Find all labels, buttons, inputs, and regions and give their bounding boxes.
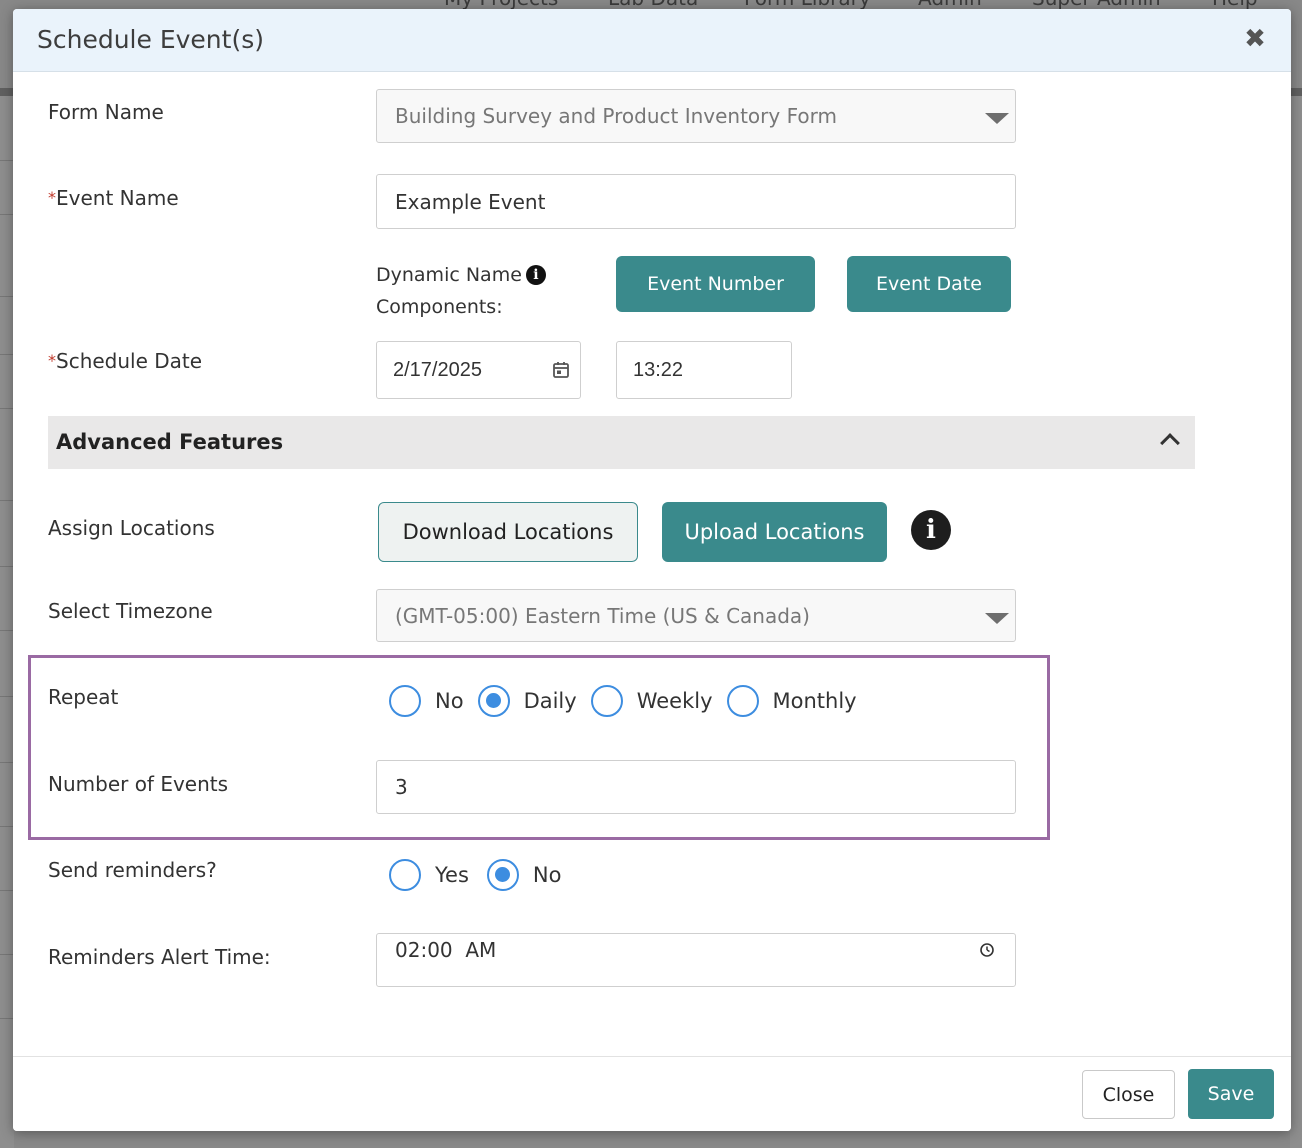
event-date-button[interactable]: Event Date [847,256,1011,312]
schedule-events-modal: Schedule Event(s) ✖ Form Name Building S… [13,9,1291,1131]
send-reminders-option-label: No [532,863,562,887]
form-name-value: Building Survey and Product Inventory Fo… [395,104,837,128]
dynamic-name-label-line1: Dynamic Name [376,264,522,286]
required-marker: * [48,351,56,370]
schedule-date-value: 2/17/2025 [393,358,482,381]
radio-circle [590,685,623,717]
send-reminders-option-yes[interactable]: Yes [389,859,469,891]
dynamic-name-label: Dynamic Name i Components: [376,259,596,323]
repeat-option-daily[interactable]: Daily [477,685,577,717]
info-icon[interactable]: i [525,265,546,285]
modal-header: Schedule Event(s) ✖ [13,9,1291,72]
reminders-alert-time-label: Reminders Alert Time: [48,945,271,969]
schedule-time-value: 13:22 [633,358,684,381]
repeat-option-no[interactable]: No [389,685,464,717]
repeat-option-label: Monthly [772,689,857,713]
modal-title: Schedule Event(s) [37,25,264,54]
dynamic-name-label-line2: Components: [376,296,503,318]
repeat-radio-group: No Daily Weekly Monthly [389,685,871,717]
event-name-label-text: Event Name [56,186,179,210]
required-marker: * [48,188,56,207]
locations-info-icon[interactable]: i [911,510,951,550]
repeat-option-monthly[interactable]: Monthly [726,685,857,717]
repeat-option-label: Weekly [636,689,713,713]
chevron-down-icon [985,612,1009,624]
schedule-date-label: *Schedule Date [48,349,202,373]
repeat-option-weekly[interactable]: Weekly [590,685,713,717]
reminders-alert-time-value: 02:00 AM [395,938,497,962]
save-button[interactable]: Save [1188,1069,1274,1119]
event-name-label: *Event Name [48,186,179,210]
number-of-events-label: Number of Events [48,772,229,796]
radio-circle [389,859,421,891]
clock-icon[interactable] [979,942,995,958]
send-reminders-option-no[interactable]: No [486,859,562,891]
background-left-strip [0,96,14,1148]
send-reminders-radio-group: Yes No [389,859,575,891]
number-of-events-value: 3 [395,775,408,799]
event-number-button[interactable]: Event Number [616,256,815,312]
radio-circle-checked [477,685,510,717]
form-name-label: Form Name [48,100,164,124]
download-locations-button[interactable]: Download Locations [378,502,638,562]
send-reminders-label: Send reminders? [48,858,217,882]
timezone-select[interactable]: (GMT-05:00) Eastern Time (US & Canada) [376,589,1016,642]
repeat-label: Repeat [48,685,119,709]
upload-locations-button[interactable]: Upload Locations [662,502,887,562]
repeat-option-label: No [435,689,464,713]
event-name-value: Example Event [395,189,546,214]
assign-locations-label: Assign Locations [48,516,215,540]
advanced-features-title: Advanced Features [56,430,284,454]
repeat-option-label: Daily [523,689,577,713]
radio-circle [726,685,759,717]
schedule-time-input[interactable]: 13:22 [616,341,792,399]
event-name-input[interactable]: Example Event [376,174,1016,229]
timezone-value: (GMT-05:00) Eastern Time (US & Canada) [395,603,810,628]
form-name-select[interactable]: Building Survey and Product Inventory Fo… [376,89,1016,143]
close-icon[interactable]: ✖ [1241,25,1269,53]
number-of-events-input[interactable]: 3 [376,760,1016,814]
close-button[interactable]: Close [1082,1070,1175,1119]
background-right-strip [1290,96,1302,1148]
chevron-down-icon [985,113,1009,124]
advanced-features-toggle[interactable]: Advanced Features [48,416,1195,469]
radio-circle-checked [486,859,519,891]
schedule-date-input[interactable]: 2/17/2025 [376,341,581,399]
select-timezone-label: Select Timezone [48,599,213,623]
modal-footer: Close Save [13,1056,1291,1131]
radio-circle [389,685,421,717]
calendar-icon[interactable] [552,361,570,379]
reminders-alert-time-input[interactable]: 02:00 AM [376,933,1016,987]
schedule-date-label-text: Schedule Date [56,349,203,373]
chevron-up-icon [1160,433,1180,453]
send-reminders-option-label: Yes [435,863,469,887]
